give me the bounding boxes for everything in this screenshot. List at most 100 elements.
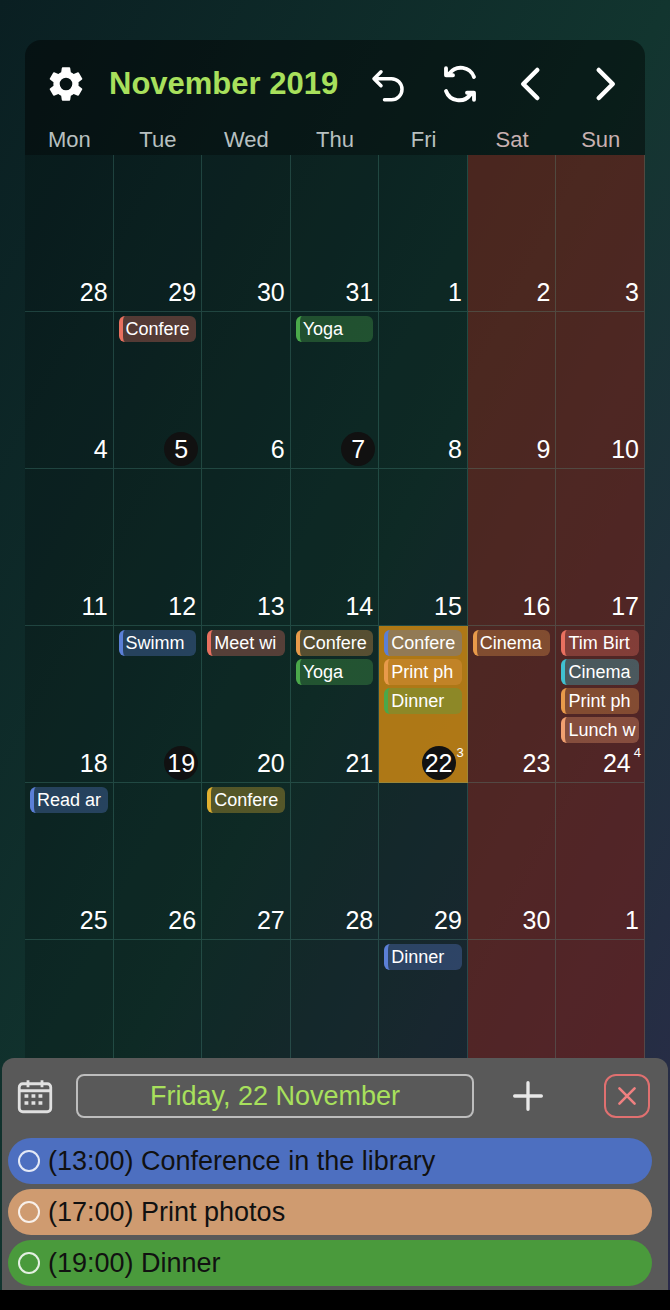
day-number[interactable]: 22: [422, 746, 456, 780]
event-chip[interactable]: Cinema: [473, 630, 551, 656]
day-number[interactable]: 17: [609, 589, 641, 623]
agenda-item[interactable]: (19:00) Dinner: [8, 1240, 652, 1286]
day-number[interactable]: 29: [166, 275, 198, 309]
day-cell[interactable]: 1: [556, 783, 645, 940]
day-cell[interactable]: 13: [202, 469, 291, 626]
day-cell[interactable]: ConferePrint phDinner223: [379, 626, 468, 783]
event-chip[interactable]: Lunch w: [561, 717, 639, 743]
day-cell[interactable]: 17: [556, 469, 645, 626]
day-number[interactable]: 8: [446, 432, 464, 466]
day-cell[interactable]: 28: [25, 155, 114, 312]
agenda-item[interactable]: (13:00) Conference in the library: [8, 1138, 652, 1184]
day-cell[interactable]: 6: [202, 312, 291, 469]
day-number[interactable]: 29: [432, 903, 464, 937]
day-number[interactable]: 31: [343, 275, 375, 309]
event-chip[interactable]: Tim Birt: [561, 630, 639, 656]
day-cell[interactable]: Cinema 23: [468, 626, 557, 783]
previous-month-icon[interactable]: [511, 63, 553, 105]
day-number[interactable]: 1: [446, 275, 464, 309]
day-cell[interactable]: 30: [202, 155, 291, 312]
day-cell[interactable]: 8: [379, 312, 468, 469]
day-number[interactable]: 7: [341, 432, 375, 466]
day-cell[interactable]: 26: [114, 783, 203, 940]
day-cell[interactable]: Confere 27: [202, 783, 291, 940]
day-cell[interactable]: 16: [468, 469, 557, 626]
day-number[interactable]: 12: [166, 589, 198, 623]
gear-icon[interactable]: [45, 63, 87, 105]
day-number[interactable]: 19: [164, 746, 198, 780]
day-number[interactable]: 26: [166, 903, 198, 937]
day-cell[interactable]: 14: [291, 469, 380, 626]
day-cell[interactable]: 3: [556, 155, 645, 312]
day-number[interactable]: 23: [521, 746, 553, 780]
day-cell[interactable]: [291, 940, 380, 1058]
day-number[interactable]: 5: [164, 432, 198, 466]
day-cell[interactable]: [25, 940, 114, 1058]
day-number[interactable]: 28: [78, 275, 110, 309]
day-number[interactable]: 25: [78, 903, 110, 937]
event-chip[interactable]: Confere: [384, 630, 462, 656]
day-number[interactable]: 30: [255, 275, 287, 309]
add-icon[interactable]: [508, 1076, 548, 1116]
event-chip[interactable]: Print ph: [561, 688, 639, 714]
day-number[interactable]: 6: [269, 432, 287, 466]
day-cell[interactable]: Meet wi 20: [202, 626, 291, 783]
day-cell[interactable]: Confere 5: [114, 312, 203, 469]
day-cell[interactable]: 4: [25, 312, 114, 469]
day-cell[interactable]: 30: [468, 783, 557, 940]
day-cell[interactable]: 12: [114, 469, 203, 626]
day-cell[interactable]: 1: [379, 155, 468, 312]
day-cell[interactable]: Dinner: [379, 940, 468, 1058]
day-cell[interactable]: Confere Yoga 21: [291, 626, 380, 783]
day-cell[interactable]: 15: [379, 469, 468, 626]
event-chip[interactable]: Print ph: [384, 659, 462, 685]
day-number[interactable]: 27: [255, 903, 287, 937]
day-number[interactable]: 21: [343, 746, 375, 780]
day-number[interactable]: 20: [255, 746, 287, 780]
day-number[interactable]: 18: [78, 746, 110, 780]
event-chip[interactable]: Cinema: [561, 659, 639, 685]
day-number[interactable]: 30: [521, 903, 553, 937]
event-chip[interactable]: Dinner: [384, 944, 462, 970]
day-number[interactable]: 13: [255, 589, 287, 623]
day-number[interactable]: 1: [623, 903, 641, 937]
next-month-icon[interactable]: [583, 63, 625, 105]
event-chip[interactable]: Yoga: [296, 659, 374, 685]
day-cell[interactable]: [114, 940, 203, 1058]
calendar-icon[interactable]: [14, 1075, 56, 1117]
day-cell[interactable]: 18: [25, 626, 114, 783]
day-number[interactable]: 11: [80, 589, 110, 623]
event-chip[interactable]: Dinner: [384, 688, 462, 714]
day-cell[interactable]: 31: [291, 155, 380, 312]
day-number[interactable]: 15: [432, 589, 464, 623]
day-cell[interactable]: 28: [291, 783, 380, 940]
day-number[interactable]: 24: [601, 746, 633, 780]
agenda-item[interactable]: (17:00) Print photos: [8, 1189, 652, 1235]
day-cell[interactable]: Tim BirtCinemaPrint phLunch w244: [556, 626, 645, 783]
day-number[interactable]: 4: [92, 432, 110, 466]
undo-icon[interactable]: [367, 63, 409, 105]
event-chip[interactable]: Confere: [207, 787, 285, 813]
day-cell[interactable]: Read ar25: [25, 783, 114, 940]
day-cell[interactable]: 29: [114, 155, 203, 312]
event-chip[interactable]: Confere: [119, 316, 197, 342]
refresh-icon[interactable]: [439, 63, 481, 105]
day-number[interactable]: 2: [535, 275, 553, 309]
day-number[interactable]: 16: [521, 589, 553, 623]
day-cell[interactable]: Yoga 7: [291, 312, 380, 469]
day-cell[interactable]: 10: [556, 312, 645, 469]
day-number[interactable]: 3: [623, 275, 641, 309]
date-button[interactable]: Friday, 22 November: [76, 1074, 474, 1119]
event-chip[interactable]: Yoga: [296, 316, 374, 342]
day-cell[interactable]: 2: [468, 155, 557, 312]
day-number[interactable]: 10: [609, 432, 641, 466]
event-chip[interactable]: Confere: [296, 630, 374, 656]
day-number[interactable]: 9: [535, 432, 553, 466]
event-chip[interactable]: Meet wi: [207, 630, 285, 656]
day-number[interactable]: 28: [343, 903, 375, 937]
close-button[interactable]: [604, 1074, 650, 1118]
day-cell[interactable]: 29: [379, 783, 468, 940]
day-number[interactable]: 14: [343, 589, 375, 623]
day-cell[interactable]: 9: [468, 312, 557, 469]
day-cell[interactable]: [202, 940, 291, 1058]
